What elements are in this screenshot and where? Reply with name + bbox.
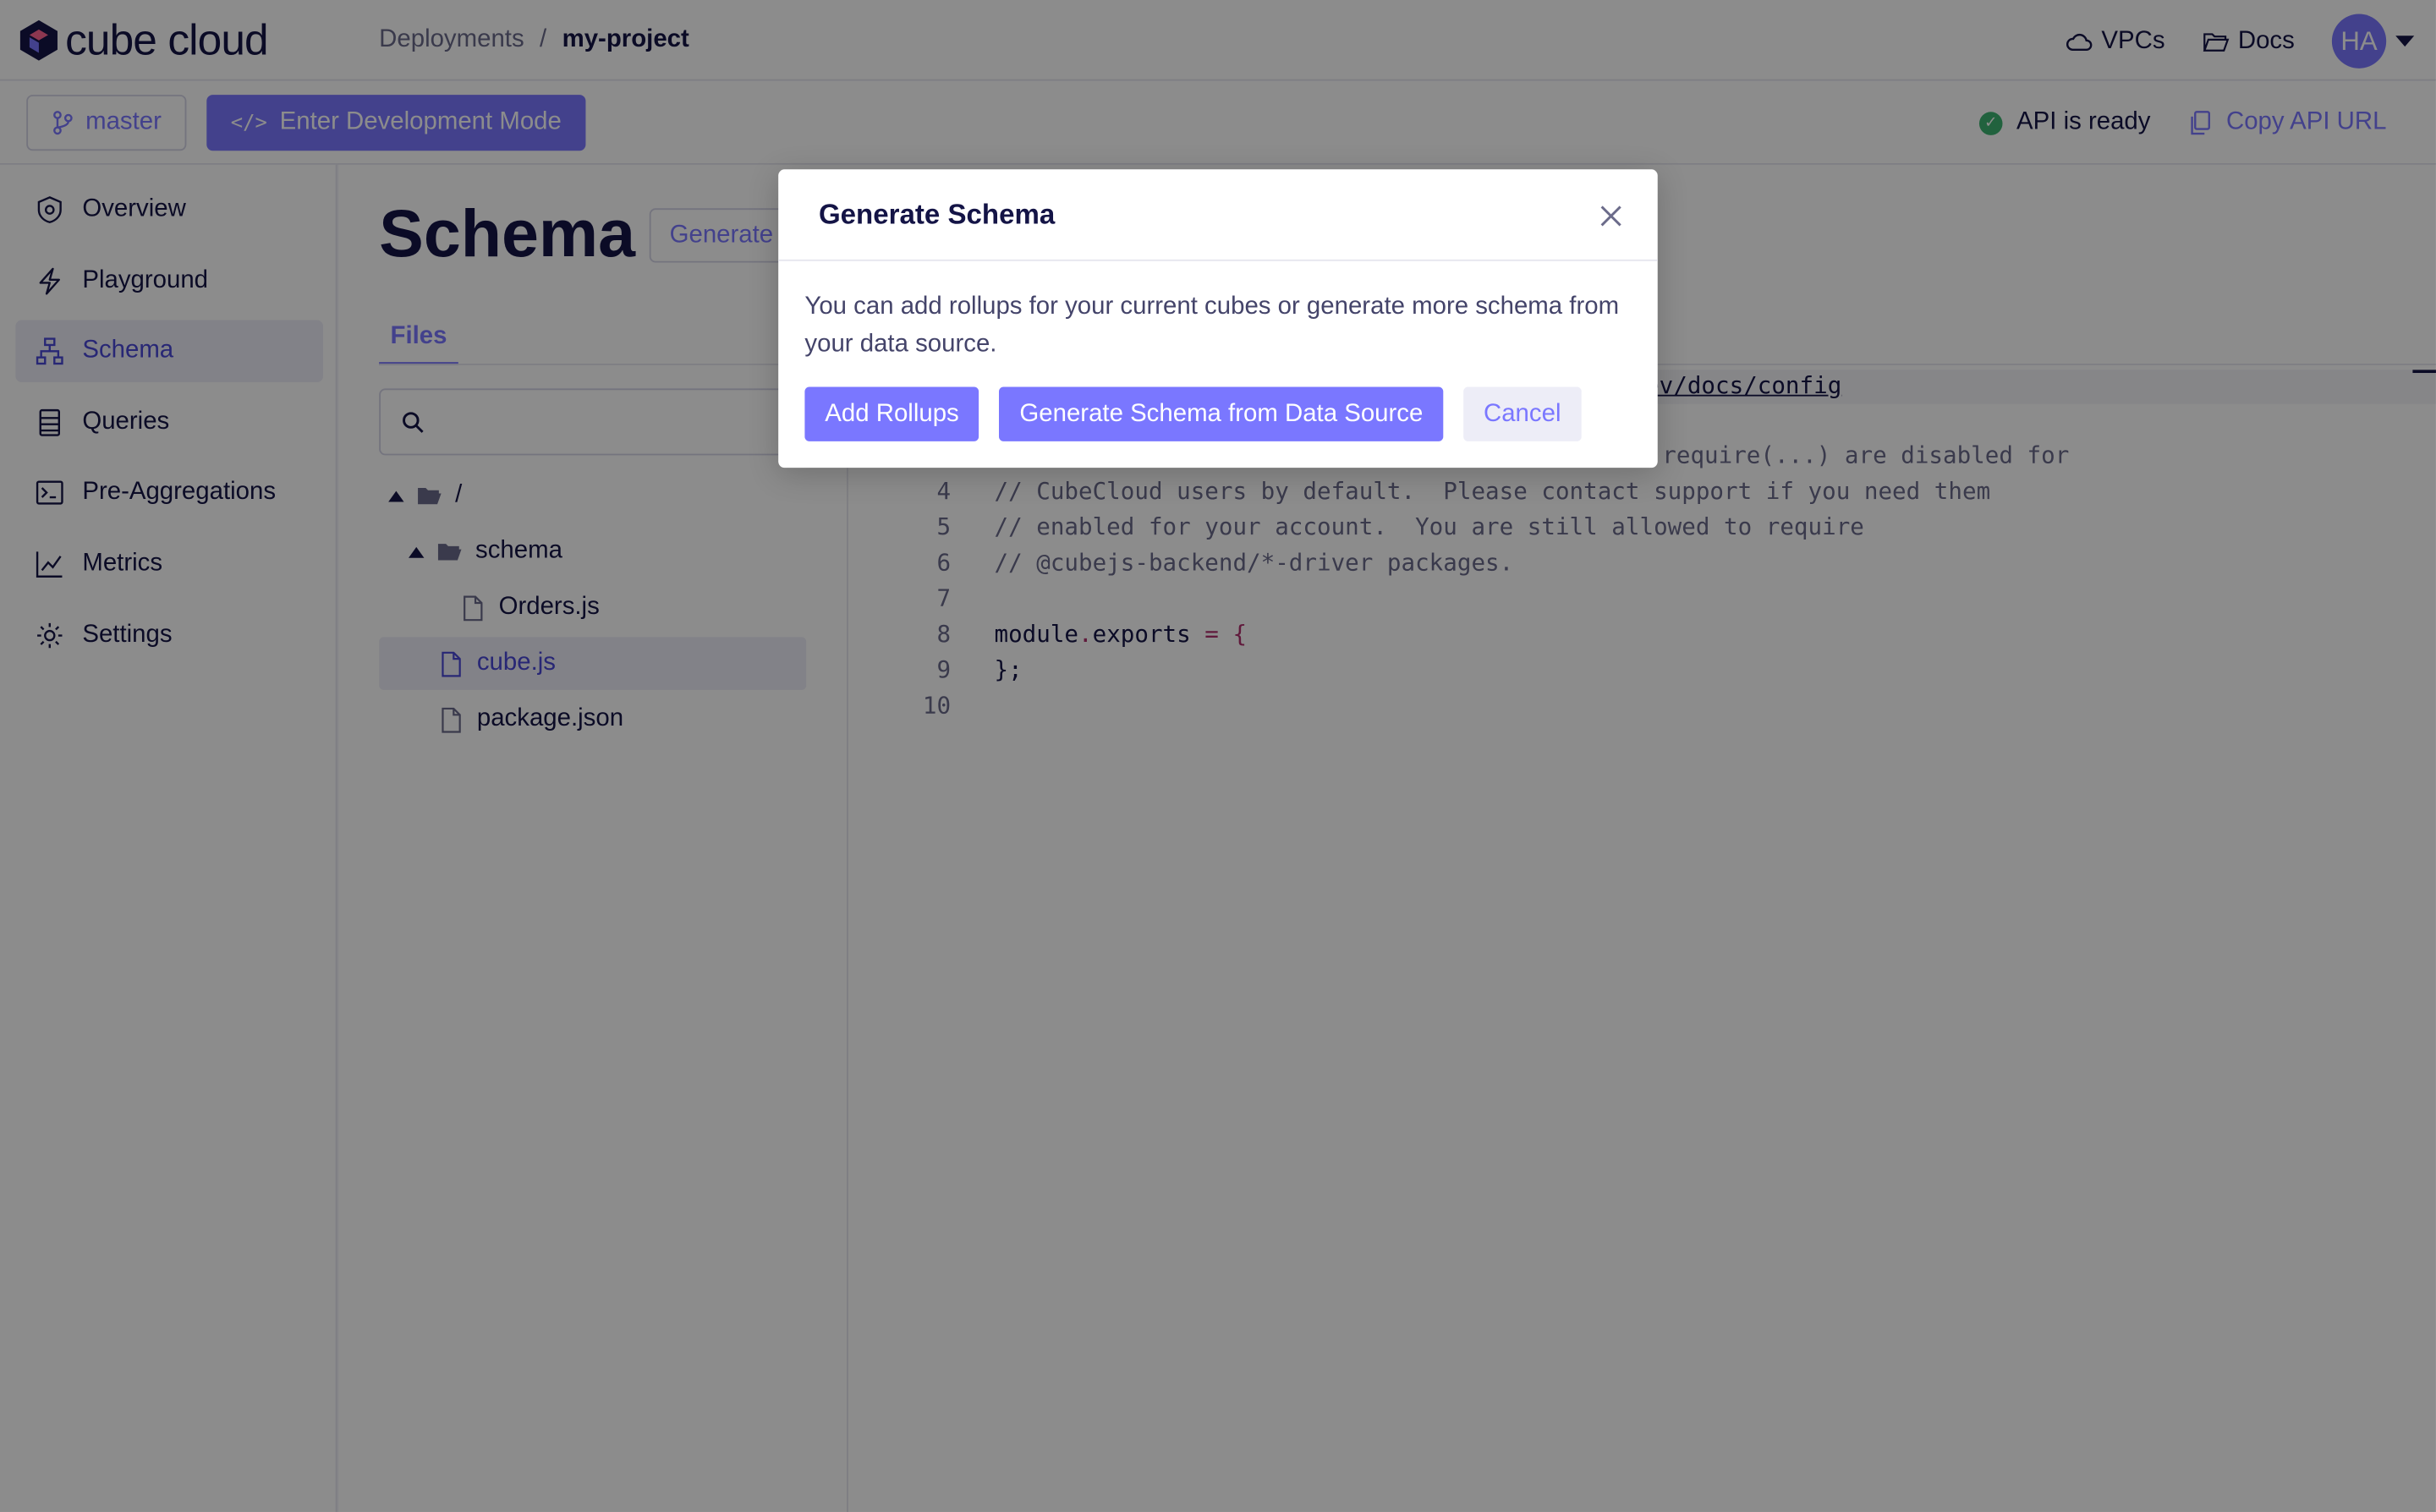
cancel-button[interactable]: Cancel bbox=[1463, 386, 1582, 441]
add-rollups-button[interactable]: Add Rollups bbox=[804, 386, 979, 441]
dialog-header: Generate Schema bbox=[778, 169, 1658, 261]
close-icon[interactable] bbox=[1599, 204, 1623, 228]
dialog-actions: Add Rollups Generate Schema from Data So… bbox=[804, 386, 1582, 441]
generate-from-data-source-button[interactable]: Generate Schema from Data Source bbox=[999, 386, 1444, 441]
dialog-title: Generate Schema bbox=[818, 198, 1056, 230]
generate-schema-dialog: Generate Schema You can add rollups for … bbox=[778, 169, 1658, 468]
dialog-message: You can add rollups for your current cub… bbox=[804, 293, 1620, 358]
app-window: cube cloud Deployments / my-project VPCs… bbox=[0, 0, 2436, 1512]
